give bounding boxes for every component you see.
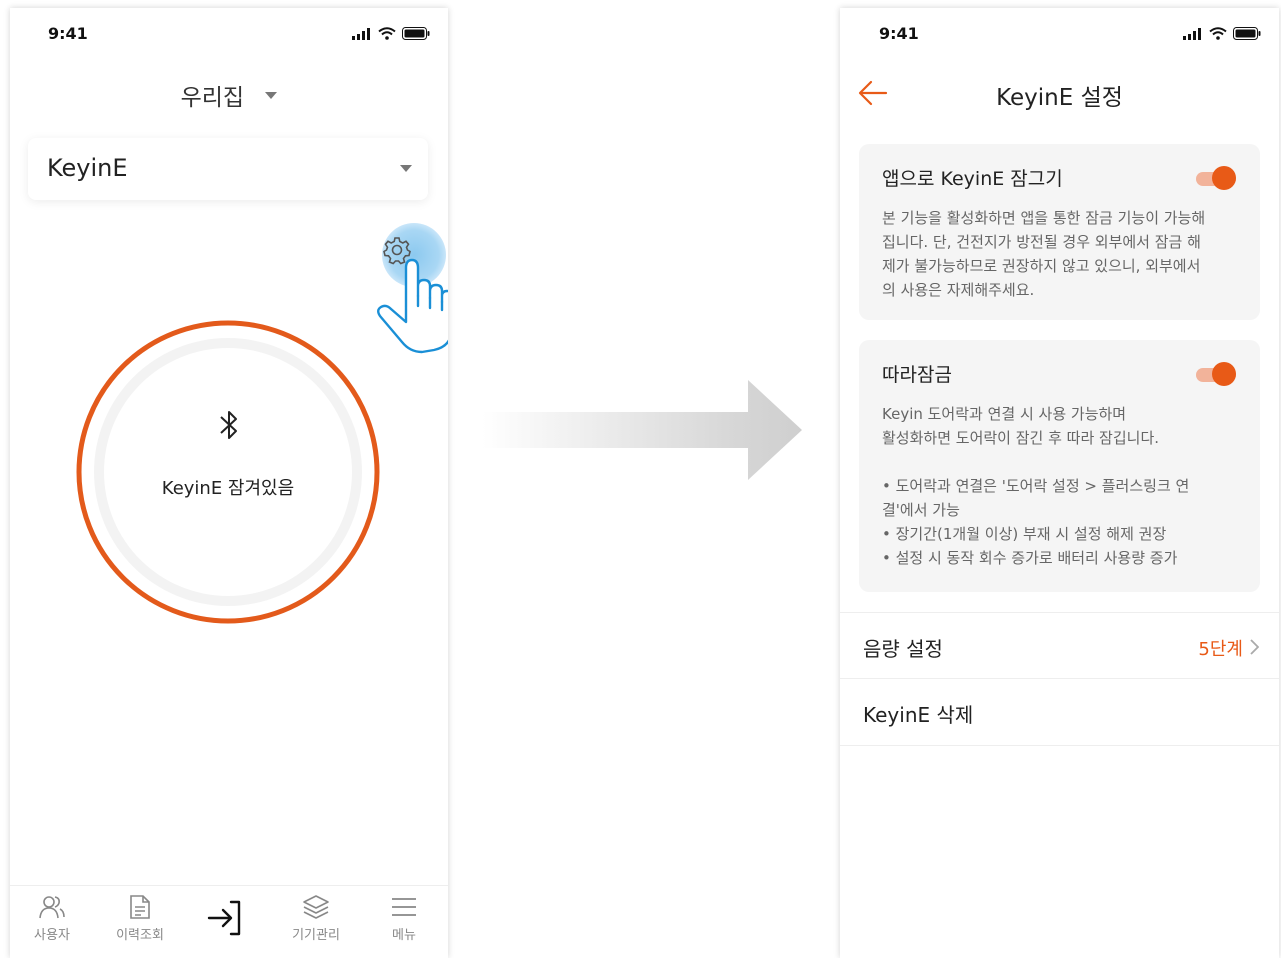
toggle-knob <box>1212 166 1236 190</box>
status-time: 9:41 <box>879 24 919 43</box>
wifi-icon <box>378 27 396 40</box>
tab-enter[interactable] <box>186 898 266 942</box>
tab-bar: 사용자 이력조회 기기관리 메뉴 <box>10 885 448 958</box>
app-lock-description: 본 기능을 활성화하면 앱을 통한 잠금 기능이 가능해 집니다. 단, 건전지… <box>882 209 1206 299</box>
device-dropdown[interactable]: KeyinE <box>28 138 428 200</box>
caret-down-icon <box>265 91 278 99</box>
tab-label: 기기관리 <box>292 928 340 943</box>
follow-lock-card: 따라잠금 Keyin 도어락과 연결 시 사용 가능하며 활성화하면 도어락이 … <box>859 340 1260 592</box>
status-icons <box>352 27 430 40</box>
battery-icon <box>402 27 430 40</box>
lock-status: KeyinE 잠겨있음 <box>161 478 295 499</box>
tab-history[interactable]: 이력조회 <box>100 894 180 943</box>
app-lock-card: 앱으로 KeyinE 잠그기 본 기능을 활성화하면 앱을 통한 잠금 기능이 … <box>859 144 1260 320</box>
battery-icon <box>1233 27 1261 40</box>
status-bar: 9:41 <box>10 8 448 58</box>
follow-lock-toggle[interactable] <box>1196 362 1236 386</box>
home-selector[interactable]: 우리집 <box>10 78 448 112</box>
signal-icon <box>352 28 370 40</box>
status-icons <box>1183 27 1261 40</box>
tab-users[interactable]: 사용자 <box>12 894 92 943</box>
volume-label: 음량 설정 <box>863 637 943 661</box>
home-screen: 9:41 우리집 KeyinE KeyinE 잠겨있음 사용자 이력조회 기기관… <box>10 8 448 958</box>
chevron-right-icon <box>1250 639 1259 655</box>
wifi-icon <box>1209 27 1227 40</box>
transition-arrow-icon <box>482 380 802 480</box>
home-title: 우리집 <box>180 85 245 111</box>
device-name: KeyinE <box>47 154 128 182</box>
follow-lock-description: Keyin 도어락과 연결 시 사용 가능하며 활성화하면 도어락이 잠긴 후 … <box>882 405 1190 567</box>
lock-button[interactable] <box>76 320 380 624</box>
pointing-hand-icon <box>377 258 448 354</box>
app-lock-title: 앱으로 KeyinE 잠그기 <box>882 168 1063 190</box>
tab-label: 메뉴 <box>392 928 416 943</box>
status-bar: 9:41 <box>840 8 1279 58</box>
caret-down-icon <box>400 165 412 172</box>
toggle-knob <box>1212 362 1236 386</box>
tab-label: 사용자 <box>34 928 70 943</box>
status-time: 9:41 <box>48 24 88 43</box>
bluetooth-icon <box>220 411 237 439</box>
follow-lock-title: 따라잠금 <box>882 364 952 386</box>
volume-value: 5단계 <box>1198 639 1243 660</box>
tab-label: 이력조회 <box>116 928 164 943</box>
delete-device-row[interactable]: KeyinE 삭제 <box>840 678 1279 746</box>
tab-device-manage[interactable]: 기기관리 <box>276 894 356 943</box>
settings-screen: 9:41 KeyinE 설정 앱으로 KeyinE 잠그기 본 기능을 활성화하… <box>840 8 1279 958</box>
app-lock-toggle[interactable] <box>1196 166 1236 190</box>
signal-icon <box>1183 28 1201 40</box>
menu-icon <box>392 898 416 916</box>
users-icon <box>39 896 65 919</box>
enter-icon <box>207 900 241 936</box>
tab-menu[interactable]: 메뉴 <box>364 894 444 943</box>
layers-icon <box>303 895 329 919</box>
page-title: KeyinE 설정 <box>996 85 1123 111</box>
volume-setting-row[interactable]: 음량 설정 5단계 <box>840 612 1279 679</box>
delete-label: KeyinE 삭제 <box>863 703 974 727</box>
document-icon <box>130 895 150 919</box>
